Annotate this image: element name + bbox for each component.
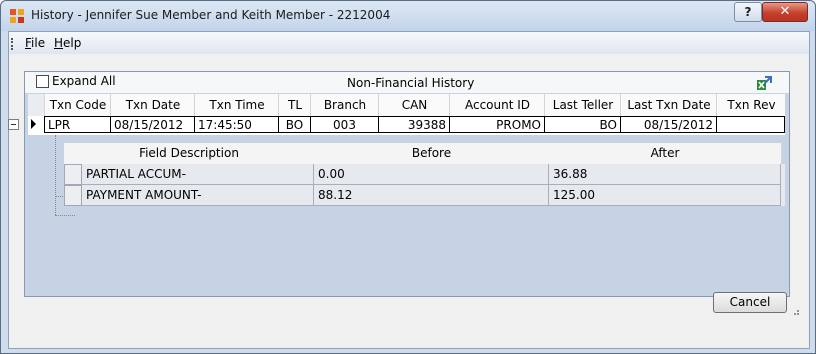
- help-button[interactable]: ?: [734, 2, 762, 22]
- detail-col-header-before[interactable]: Before: [314, 143, 550, 164]
- tree-connector: [55, 215, 75, 216]
- cell-txn-code[interactable]: LPR: [44, 116, 110, 133]
- cell-tl[interactable]: BO: [278, 116, 310, 133]
- col-header-account-id[interactable]: Account ID: [449, 94, 545, 116]
- table-row[interactable]: LPR 08/15/2012 17:45:50 BO 003 39388 PRO…: [8, 116, 785, 135]
- detail-row[interactable]: PARTIAL ACCUM- 0.00 36.88: [64, 164, 785, 185]
- grip-icon: [11, 38, 16, 50]
- col-header-tl[interactable]: TL: [278, 94, 311, 116]
- non-financial-history-panel: Expand All Non-Financial History Txn Cod…: [8, 71, 790, 297]
- app-icon: [10, 9, 24, 23]
- detail-cell-after[interactable]: 125.00: [549, 185, 781, 206]
- col-header-txn-rev[interactable]: Txn Rev: [716, 94, 786, 116]
- close-button[interactable]: ✕: [762, 2, 808, 22]
- col-header-branch[interactable]: Branch: [310, 94, 379, 116]
- detail-row[interactable]: PAYMENT AMOUNT- 88.12 125.00: [64, 185, 785, 206]
- cell-account-id[interactable]: PROMO: [449, 116, 544, 133]
- col-header-txn-time[interactable]: Txn Time: [194, 94, 279, 116]
- detail-cell-field[interactable]: PAYMENT AMOUNT-: [82, 185, 314, 206]
- detail-row-selector[interactable]: [64, 164, 82, 185]
- menu-help[interactable]: Help: [54, 36, 81, 50]
- detail-col-header-after[interactable]: After: [549, 143, 782, 164]
- cell-last-teller[interactable]: BO: [544, 116, 620, 133]
- tree-connector: [55, 135, 57, 215]
- expand-all-checkbox[interactable]: [36, 75, 49, 88]
- cancel-button[interactable]: Cancel: [713, 292, 787, 313]
- resize-grip-icon[interactable]: [791, 307, 800, 316]
- detail-row-selector[interactable]: [64, 185, 82, 206]
- title-bar[interactable]: History - Jennifer Sue Member and Keith …: [1, 1, 815, 31]
- cell-branch[interactable]: 003: [310, 116, 378, 133]
- panel-title: Non-Financial History: [347, 76, 475, 90]
- history-window: History - Jennifer Sue Member and Keith …: [0, 0, 816, 354]
- menu-file[interactable]: File: [25, 36, 45, 50]
- panel-header: Expand All Non-Financial History: [25, 72, 789, 93]
- cell-txn-rev[interactable]: [716, 116, 785, 133]
- cell-txn-date[interactable]: 08/15/2012: [110, 116, 194, 133]
- detail-cell-before[interactable]: 0.00: [314, 164, 549, 185]
- window-title: History - Jennifer Sue Member and Keith …: [31, 8, 391, 22]
- detail-cell-before[interactable]: 88.12: [314, 185, 549, 206]
- row-header-corner: [28, 94, 44, 116]
- col-header-last-txn-date[interactable]: Last Txn Date: [620, 94, 717, 116]
- expand-all-label[interactable]: Expand All: [52, 74, 116, 88]
- col-header-last-teller[interactable]: Last Teller: [544, 94, 621, 116]
- cell-txn-time[interactable]: 17:45:50: [194, 116, 278, 133]
- col-header-txn-date[interactable]: Txn Date: [110, 94, 195, 116]
- detail-col-header-field-description[interactable]: Field Description: [64, 143, 315, 164]
- detail-cell-field[interactable]: PARTIAL ACCUM-: [82, 164, 314, 185]
- cell-can[interactable]: 39388: [378, 116, 449, 133]
- column-header-row: Txn Code Txn Date Txn Time TL Branch CAN…: [28, 94, 785, 116]
- detail-cell-after[interactable]: 36.88: [549, 164, 781, 185]
- cell-last-txn-date[interactable]: 08/15/2012: [620, 116, 716, 133]
- menu-bar: File Help: [9, 32, 809, 54]
- collapse-icon[interactable]: [8, 119, 19, 130]
- col-header-txn-code[interactable]: Txn Code: [44, 94, 111, 116]
- excel-export-icon[interactable]: [756, 75, 772, 91]
- col-header-can[interactable]: CAN: [378, 94, 450, 116]
- row-indicator-icon: [31, 119, 36, 129]
